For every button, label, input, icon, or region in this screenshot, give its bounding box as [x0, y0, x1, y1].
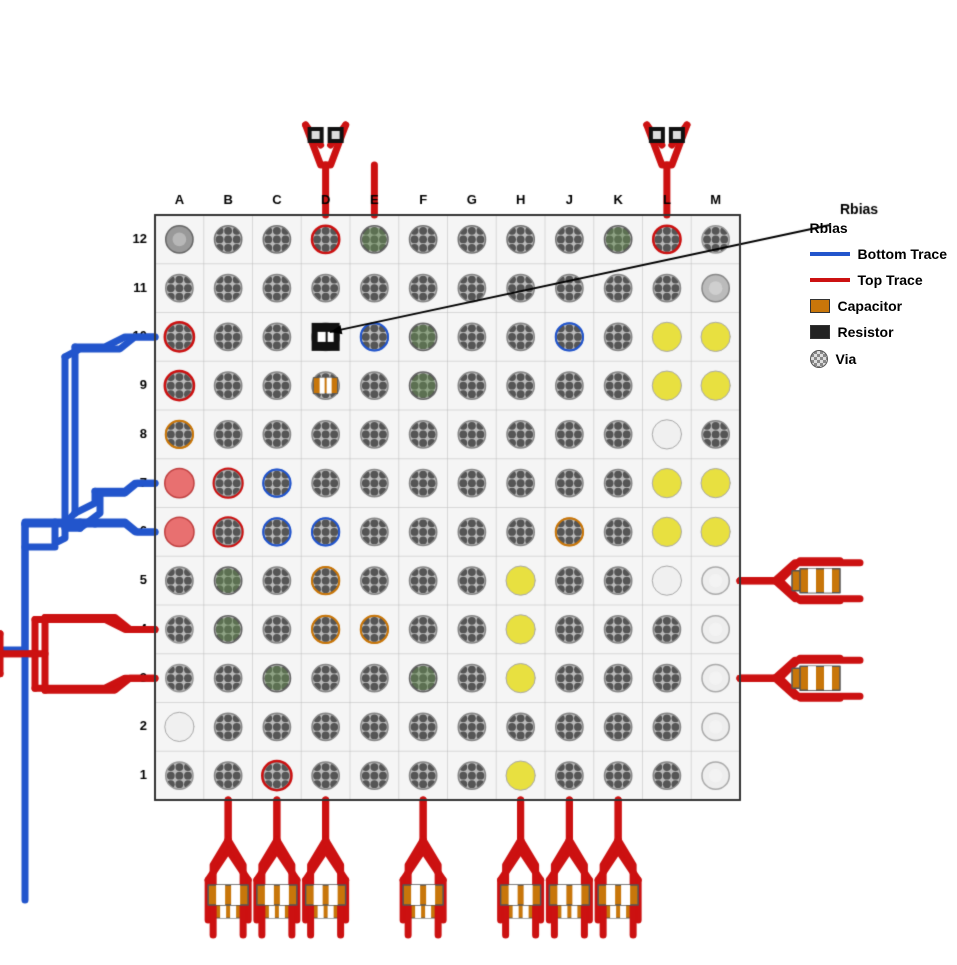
legend-resistor: Resistor — [810, 324, 947, 340]
via-label: Via — [836, 351, 857, 367]
top-trace-line — [810, 278, 850, 282]
rbias-label: Rbias — [810, 220, 848, 236]
legend-bottom-trace: Bottom Trace — [810, 246, 947, 262]
via-icon — [810, 350, 828, 368]
bottom-trace-label: Bottom Trace — [858, 246, 947, 262]
legend-via: Via — [810, 350, 947, 368]
legend-rbias: Rbias — [810, 220, 947, 236]
capacitor-label: Capacitor — [838, 298, 903, 314]
legend-capacitor: Capacitor — [810, 298, 947, 314]
top-trace-label: Top Trace — [858, 272, 923, 288]
bottom-trace-line — [810, 252, 850, 256]
resistor-icon — [810, 325, 830, 339]
legend-panel: Rbias Bottom Trace Top Trace Capacitor R… — [810, 220, 947, 368]
capacitor-icon — [810, 299, 830, 313]
legend-top-trace: Top Trace — [810, 272, 947, 288]
resistor-label: Resistor — [838, 324, 894, 340]
